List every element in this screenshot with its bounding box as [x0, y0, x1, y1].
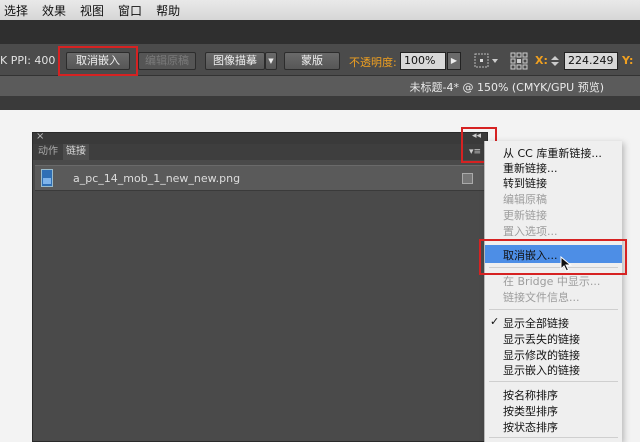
mask-button[interactable]: 蒙版 — [284, 52, 340, 70]
menu-item-relink[interactable]: 重新链接... — [503, 160, 558, 176]
links-panel-flyout-menu: 从 CC 库重新链接... 重新链接... 转到链接 编辑原稿 更新链接 置入选… — [484, 141, 622, 442]
caret-right-icon: ▶ — [450, 56, 458, 65]
menu-item-show-modified-links[interactable]: 显示修改的链接 — [503, 347, 580, 363]
y-label: Y: — [622, 54, 634, 67]
link-row[interactable]: a_pc_14_mob_1_new_new.png — [35, 165, 485, 191]
menu-separator — [489, 309, 618, 310]
mouse-cursor-icon — [560, 256, 572, 272]
panel-titlebar[interactable]: × ◂◂ — [33, 131, 487, 144]
x-label: X: — [535, 54, 548, 67]
links-panel: × ◂◂ 动作 链接 ▾≡ a_pc_14_mob_1_new_new.png — [32, 131, 488, 442]
menu-separator — [489, 437, 618, 438]
menu-item-placement-options[interactable]: 置入选项... — [503, 223, 558, 239]
x-position-input[interactable]: 224.249 n — [564, 52, 618, 70]
application-bar — [0, 20, 640, 44]
menu-effect[interactable]: 效果 — [42, 2, 66, 19]
menu-item-show-embedded-links[interactable]: 显示嵌入的链接 — [503, 362, 580, 378]
menu-item-sort-by-name[interactable]: 按名称排序 — [503, 387, 558, 403]
tab-actions[interactable]: 动作 — [35, 144, 61, 160]
edit-original-button[interactable]: 编辑原稿 — [138, 52, 196, 70]
ppi-readout: K PPI: 400 — [0, 54, 56, 67]
menu-item-sort-by-status[interactable]: 按状态排序 — [503, 419, 558, 435]
document-tab-title[interactable]: 未标题-4* @ 150% (CMYK/GPU 预览) — [409, 79, 604, 95]
menu-item-show-all-links[interactable]: 显示全部链接 — [503, 315, 569, 331]
close-icon[interactable]: × — [36, 131, 44, 142]
transform-grid-icon[interactable] — [510, 52, 528, 70]
canvas-edge — [0, 96, 640, 110]
spinner-arrows-icon[interactable] — [550, 55, 560, 67]
tab-links[interactable]: 链接 — [63, 144, 89, 160]
checkmark-icon: ✓ — [490, 315, 500, 328]
menu-item-edit-original[interactable]: 编辑原稿 — [503, 191, 547, 207]
menu-select[interactable]: 选择 — [4, 2, 28, 19]
image-file-icon — [41, 169, 53, 187]
menu-separator — [489, 381, 618, 382]
link-file-name: a_pc_14_mob_1_new_new.png — [73, 172, 241, 185]
caret-down-icon: ▼ — [268, 57, 274, 65]
document-tab-bar: 未标题-4* @ 150% (CMYK/GPU 预览) — [0, 76, 640, 96]
panel-tab-strip: 动作 链接 ▾≡ — [33, 144, 487, 160]
menu-item-link-file-info[interactable]: 链接文件信息... — [503, 289, 580, 305]
menu-item-reveal-in-bridge[interactable]: 在 Bridge 中显示... — [503, 273, 600, 289]
image-trace-button[interactable]: 图像描摹 — [205, 52, 265, 70]
menu-view[interactable]: 视图 — [80, 2, 104, 19]
embedded-icon — [462, 173, 473, 184]
reference-point-icon[interactable] — [474, 53, 500, 69]
menu-item-sort-by-type[interactable]: 按类型排序 — [503, 403, 558, 419]
menu-item-go-to-link[interactable]: 转到链接 — [503, 175, 547, 191]
menu-item-update-link[interactable]: 更新链接 — [503, 207, 547, 223]
menu-item-show-missing-links[interactable]: 显示丢失的链接 — [503, 331, 580, 347]
image-trace-dropdown[interactable]: ▼ — [265, 52, 277, 70]
menu-window[interactable]: 窗口 — [118, 2, 142, 19]
annotation-box-unembed-button — [58, 46, 138, 76]
opacity-input[interactable]: 100% — [400, 52, 446, 70]
menu-item-relink-from-cc-library[interactable]: 从 CC 库重新链接... — [503, 145, 602, 161]
opacity-dropdown[interactable]: ▶ — [447, 52, 461, 70]
opacity-label: 不透明度: — [349, 56, 397, 69]
menubar: 选择 效果 视图 窗口 帮助 — [0, 0, 640, 20]
control-bar: K PPI: 400 取消嵌入 编辑原稿 图像描摹 ▼ 蒙版 不透明度: 100… — [0, 44, 640, 76]
annotation-box-unembed-menu-item — [479, 239, 627, 275]
menu-help[interactable]: 帮助 — [156, 2, 180, 19]
